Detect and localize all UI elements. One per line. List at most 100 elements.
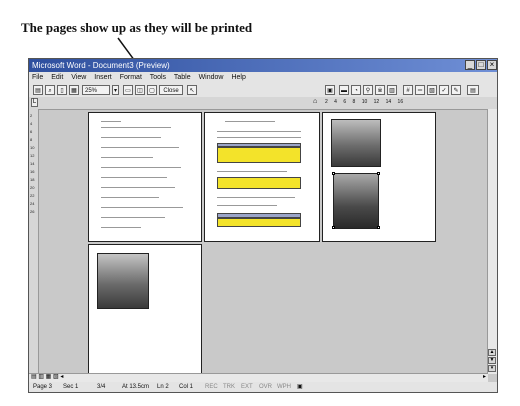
ruler-number: 10	[361, 99, 368, 105]
text-line	[217, 171, 287, 172]
menu-file[interactable]: File	[32, 74, 43, 81]
highlighted-table	[217, 147, 301, 163]
stone-ruin-photo	[331, 119, 381, 167]
format-painter-icon[interactable]: ✎	[451, 85, 461, 95]
symbol-icon[interactable]: ※	[375, 85, 385, 95]
text-line	[101, 137, 161, 138]
preview-page-2[interactable]	[204, 112, 320, 242]
ruler-number: 12	[373, 99, 380, 105]
columns-icon[interactable]: ▥	[387, 85, 397, 95]
menu-table[interactable]: Table	[174, 74, 191, 81]
family-photo[interactable]	[333, 173, 379, 229]
vruler-number: 26	[30, 209, 35, 214]
vruler-number: 4	[30, 121, 33, 126]
status-ext[interactable]: EXT	[241, 382, 253, 392]
vruler-number: 18	[30, 177, 35, 182]
text-line	[101, 217, 165, 218]
menu-tools[interactable]: Tools	[150, 74, 166, 81]
maximize-button[interactable]: □	[476, 60, 486, 70]
vertical-scrollbar[interactable]: ▲ ▼ ▾	[487, 109, 497, 374]
menu-edit[interactable]: Edit	[51, 74, 63, 81]
word-window: Microsoft Word - Document3 (Preview) _ □…	[28, 58, 498, 393]
resize-handle[interactable]	[377, 172, 380, 175]
text-line	[101, 207, 183, 208]
vruler-number: 14	[30, 161, 35, 166]
status-bar: Page 3 Sec 1 3/4 At 13.5cm Ln 2 Col 1 RE…	[29, 382, 497, 392]
table-icon[interactable]: ▬	[339, 85, 349, 95]
ruler-number: 8	[352, 99, 356, 105]
vertical-ruler[interactable]: 2 4 6 8 10 12 14 16 18 20 22 24 26	[29, 109, 39, 374]
zoom-icon[interactable]: ⚲	[363, 85, 373, 95]
status-wph[interactable]: WPH	[277, 382, 291, 392]
one-page-icon[interactable]: ▯	[57, 85, 67, 95]
status-ovr[interactable]: OVR	[259, 382, 272, 392]
print-icon[interactable]: ▤	[33, 85, 43, 95]
preview-page-4[interactable]	[88, 244, 202, 378]
status-rec[interactable]: REC	[205, 382, 218, 392]
box-icon[interactable]: ▧	[427, 85, 437, 95]
ruler-number: 16	[397, 99, 404, 105]
menu-format[interactable]: Format	[120, 74, 142, 81]
next-page-icon[interactable]: ▾	[488, 365, 496, 372]
menu-help[interactable]: Help	[231, 74, 245, 81]
zoom-select[interactable]: 25%	[82, 85, 110, 95]
status-pages: 3/4	[97, 384, 106, 390]
resize-handle[interactable]	[332, 172, 335, 175]
menu-view[interactable]: View	[71, 74, 86, 81]
scroll-down-icon[interactable]: ▼	[488, 357, 496, 364]
horizontal-ruler[interactable]: L ⌂ 2 4 6 8 10 12 14 16	[29, 97, 497, 110]
text-line	[101, 121, 121, 122]
drawing-toolbar-icon[interactable]: ▣	[325, 85, 335, 95]
document-map-icon[interactable]: ▤	[467, 85, 479, 95]
magnifier-icon[interactable]: ⌕	[45, 85, 55, 95]
vruler-number: 22	[30, 193, 35, 198]
highlighted-table	[217, 177, 301, 189]
close-preview-button[interactable]: Close	[159, 85, 183, 95]
status-line: Ln 2	[157, 384, 169, 390]
multiple-pages-icon[interactable]: ▦	[69, 85, 79, 95]
help-pointer-icon[interactable]: ↖	[187, 85, 197, 95]
resize-handle[interactable]	[377, 226, 380, 229]
text-line	[217, 131, 301, 132]
view-buttons[interactable]: ▤ ▥ ▦ ▧ ◂	[31, 374, 63, 381]
menu-window[interactable]: Window	[199, 74, 224, 81]
status-trk[interactable]: TRK	[223, 382, 235, 392]
minimize-button[interactable]: _	[465, 60, 475, 70]
ruler-number: 6	[343, 99, 347, 105]
horizontal-scrollbar[interactable]: ▤ ▥ ▦ ▧ ◂ ▸	[29, 373, 488, 382]
vruler-number: 24	[30, 201, 35, 206]
text-line	[101, 157, 153, 158]
spelling-icon[interactable]: ✓	[439, 85, 449, 95]
spelling-status-icon[interactable]: ▣	[297, 382, 303, 392]
view-ruler-icon[interactable]: ▭	[123, 85, 133, 95]
scroll-right-icon[interactable]: ▸	[483, 374, 486, 381]
vruler-number: 2	[30, 113, 33, 118]
equals-icon[interactable]: ═	[415, 85, 425, 95]
text-line	[217, 205, 277, 206]
close-window-button[interactable]: ×	[487, 60, 497, 70]
text-line	[217, 197, 295, 198]
resize-handle[interactable]	[332, 226, 335, 229]
vruler-number: 20	[30, 185, 35, 190]
text-line	[101, 147, 179, 148]
window-title: Microsoft Word - Document3 (Preview)	[32, 61, 170, 70]
ruler-number: 2	[325, 99, 328, 105]
menu-bar: File Edit View Insert Format Tools Table…	[29, 72, 497, 83]
vruler-number: 6	[30, 129, 33, 134]
chevron-down-icon[interactable]: ▾	[112, 85, 119, 95]
scroll-up-icon[interactable]: ▲	[488, 349, 496, 356]
preview-page-1[interactable]	[88, 112, 202, 242]
full-screen-icon[interactable]: ▢	[147, 85, 157, 95]
menu-insert[interactable]: Insert	[94, 74, 112, 81]
text-line	[101, 197, 159, 198]
chart-icon[interactable]: ◔	[351, 85, 361, 95]
preview-toolbar: ▤ ⌕ ▯ ▦ 25% ▾ ▭ ◫ ▢ Close ↖ ▣ ▬ ◔ ⚲ ※ ▥ …	[29, 83, 497, 98]
shrink-to-fit-icon[interactable]: ◫	[135, 85, 145, 95]
text-line	[101, 187, 175, 188]
tab-selector-icon[interactable]: L	[31, 98, 38, 107]
indent-marker-icon[interactable]: ⌂	[313, 98, 317, 105]
text-line	[101, 177, 167, 178]
hash-icon[interactable]: #	[403, 85, 413, 95]
ruler-number: 4	[334, 99, 337, 105]
preview-page-3[interactable]	[322, 112, 436, 242]
